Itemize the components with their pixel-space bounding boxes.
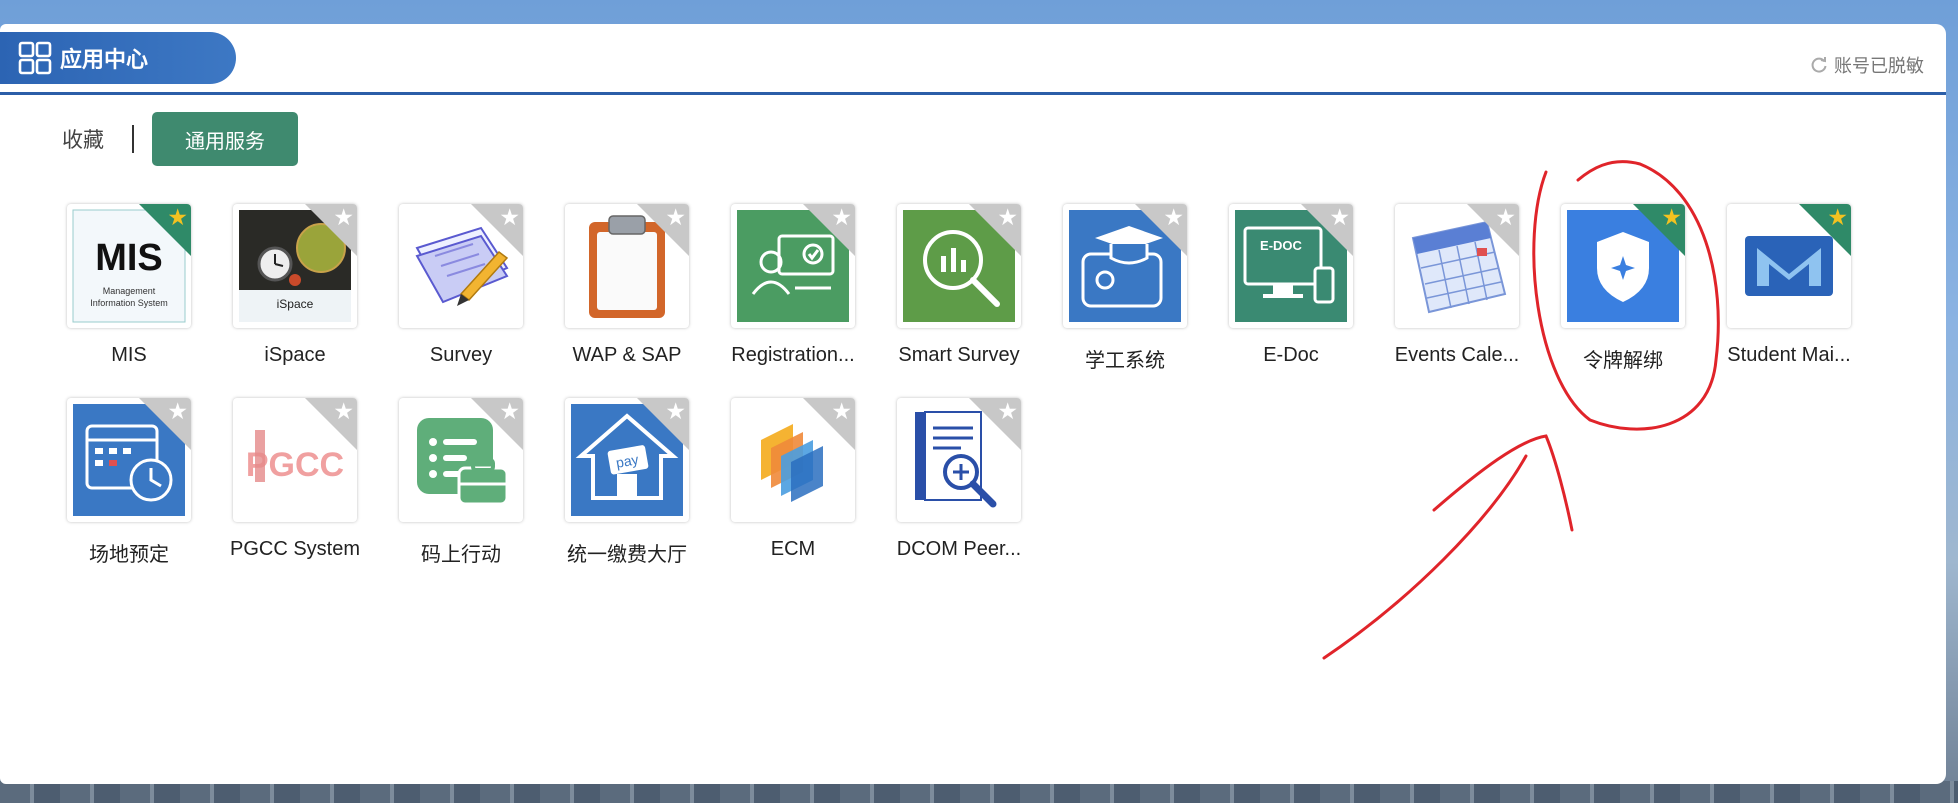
account-status-text: 账号已脱敏 [1834, 56, 1924, 76]
page-title: 应用中心 [60, 47, 149, 72]
background-strip [0, 781, 1958, 803]
app-label: DCOM Peer... [896, 538, 1022, 560]
app-label: Registration... [731, 344, 855, 366]
favorite-star-icon[interactable]: ★ [1163, 206, 1184, 229]
app-label: E-Doc [1263, 344, 1319, 366]
app-center-panel: 应用中心 账号已脱敏 收藏 通用服务 MIS Management Inform… [0, 24, 1946, 784]
app-label: WAP & SAP [572, 344, 682, 366]
app-smart-survey[interactable]: ★ Smart Survey [876, 204, 1042, 374]
app-label: 令牌解绑 [1583, 350, 1663, 372]
ispace-caption: iSpace [277, 297, 314, 311]
app-label: PGCC System [229, 538, 361, 560]
favorite-star-icon[interactable]: ★ [1827, 206, 1848, 229]
tab-separator [132, 125, 134, 153]
app-payment-hall[interactable]: pay ★ 统一缴费大厅 [544, 398, 710, 568]
favorite-star-icon[interactable]: ★ [1495, 206, 1516, 229]
app-e-doc[interactable]: E-DOC ★ E-Doc [1208, 204, 1374, 374]
app-label: 码上行动 [421, 544, 501, 566]
app-tile[interactable]: iSpace ★ [233, 204, 357, 328]
app-tile[interactable]: ★ [897, 204, 1021, 328]
app-ispace[interactable]: iSpace ★ iSpace [212, 204, 378, 374]
favorite-star-icon[interactable]: ★ [333, 206, 354, 229]
app-student-mail[interactable]: ★ Student Mai... [1706, 204, 1872, 374]
header-divider [0, 92, 1946, 95]
account-status[interactable]: 账号已脱敏 [1810, 52, 1924, 78]
app-student-affairs[interactable]: ★ 学工系统 [1042, 204, 1208, 374]
app-tile[interactable]: ★ [1063, 204, 1187, 328]
app-label: MIS [111, 344, 147, 366]
app-grid-icon [18, 41, 52, 75]
app-dcom-peer[interactable]: ★ DCOM Peer... [876, 398, 1042, 568]
app-events-calendar[interactable]: ★ Events Cale... [1374, 204, 1540, 374]
app-registration[interactable]: ★ Registration... [710, 204, 876, 374]
tab-general-services[interactable]: 通用服务 [152, 112, 298, 166]
favorite-star-icon[interactable]: ★ [167, 206, 188, 229]
favorite-star-icon[interactable]: ★ [499, 400, 520, 423]
app-tile[interactable]: ★ [1561, 204, 1685, 328]
app-label: 场地预定 [89, 544, 169, 566]
favorite-star-icon[interactable]: ★ [997, 206, 1018, 229]
app-tile[interactable]: PGCC ★ [233, 398, 357, 522]
app-tile[interactable]: ★ [399, 204, 523, 328]
app-code-action[interactable]: ★ 码上行动 [378, 398, 544, 568]
app-tile[interactable]: pay ★ [565, 398, 689, 522]
app-pgcc-system[interactable]: PGCC ★ PGCC System [212, 398, 378, 568]
favorite-star-icon[interactable]: ★ [167, 400, 188, 423]
mis-subtitle-2: Information System [90, 298, 168, 308]
app-label: Smart Survey [898, 344, 1020, 366]
app-tile[interactable]: ★ [731, 204, 855, 328]
app-tile[interactable]: ★ [731, 398, 855, 522]
favorite-star-icon[interactable]: ★ [831, 400, 852, 423]
favorite-star-icon[interactable]: ★ [997, 400, 1018, 423]
app-label: ECM [770, 538, 816, 560]
favorite-star-icon[interactable]: ★ [1661, 206, 1682, 229]
app-venue-booking[interactable]: ★ 场地预定 [46, 398, 212, 568]
app-tile[interactable]: ★ [565, 204, 689, 328]
app-label: Survey [429, 344, 493, 366]
favorite-star-icon[interactable]: ★ [665, 400, 686, 423]
app-label: 统一缴费大厅 [567, 544, 687, 566]
tab-favorites[interactable]: 收藏 [62, 124, 116, 154]
favorite-star-icon[interactable]: ★ [831, 206, 852, 229]
app-tile[interactable]: ★ [67, 398, 191, 522]
app-token-unbind[interactable]: ★ 令牌解绑 [1540, 204, 1706, 374]
app-label: iSpace [264, 344, 326, 366]
app-mis[interactable]: MIS Management Information System ★ MIS [46, 204, 212, 374]
favorite-star-icon[interactable]: ★ [1329, 206, 1350, 229]
category-tabs: 收藏 通用服务 [62, 112, 298, 166]
refresh-icon [1811, 57, 1827, 73]
app-tile[interactable]: MIS Management Information System ★ [67, 204, 191, 328]
mis-subtitle-1: Management [103, 286, 156, 296]
app-ecm[interactable]: ★ ECM [710, 398, 876, 568]
app-center-header: 应用中心 [0, 32, 236, 84]
app-tile[interactable]: ★ [399, 398, 523, 522]
favorite-star-icon[interactable]: ★ [499, 206, 520, 229]
app-tile[interactable]: ★ [1727, 204, 1851, 328]
app-tile[interactable]: ★ [1395, 204, 1519, 328]
app-wap-sap[interactable]: ★ WAP & SAP [544, 204, 710, 374]
app-survey[interactable]: ★ Survey [378, 204, 544, 374]
favorite-star-icon[interactable]: ★ [665, 206, 686, 229]
app-tile[interactable]: E-DOC ★ [1229, 204, 1353, 328]
app-label: Student Mai... [1727, 344, 1851, 366]
app-label: Events Cale... [1394, 344, 1520, 366]
app-tile[interactable]: ★ [897, 398, 1021, 522]
edoc-monitor-text: E-DOC [1260, 238, 1303, 253]
app-label: 学工系统 [1085, 350, 1165, 372]
favorite-star-icon[interactable]: ★ [333, 400, 354, 423]
